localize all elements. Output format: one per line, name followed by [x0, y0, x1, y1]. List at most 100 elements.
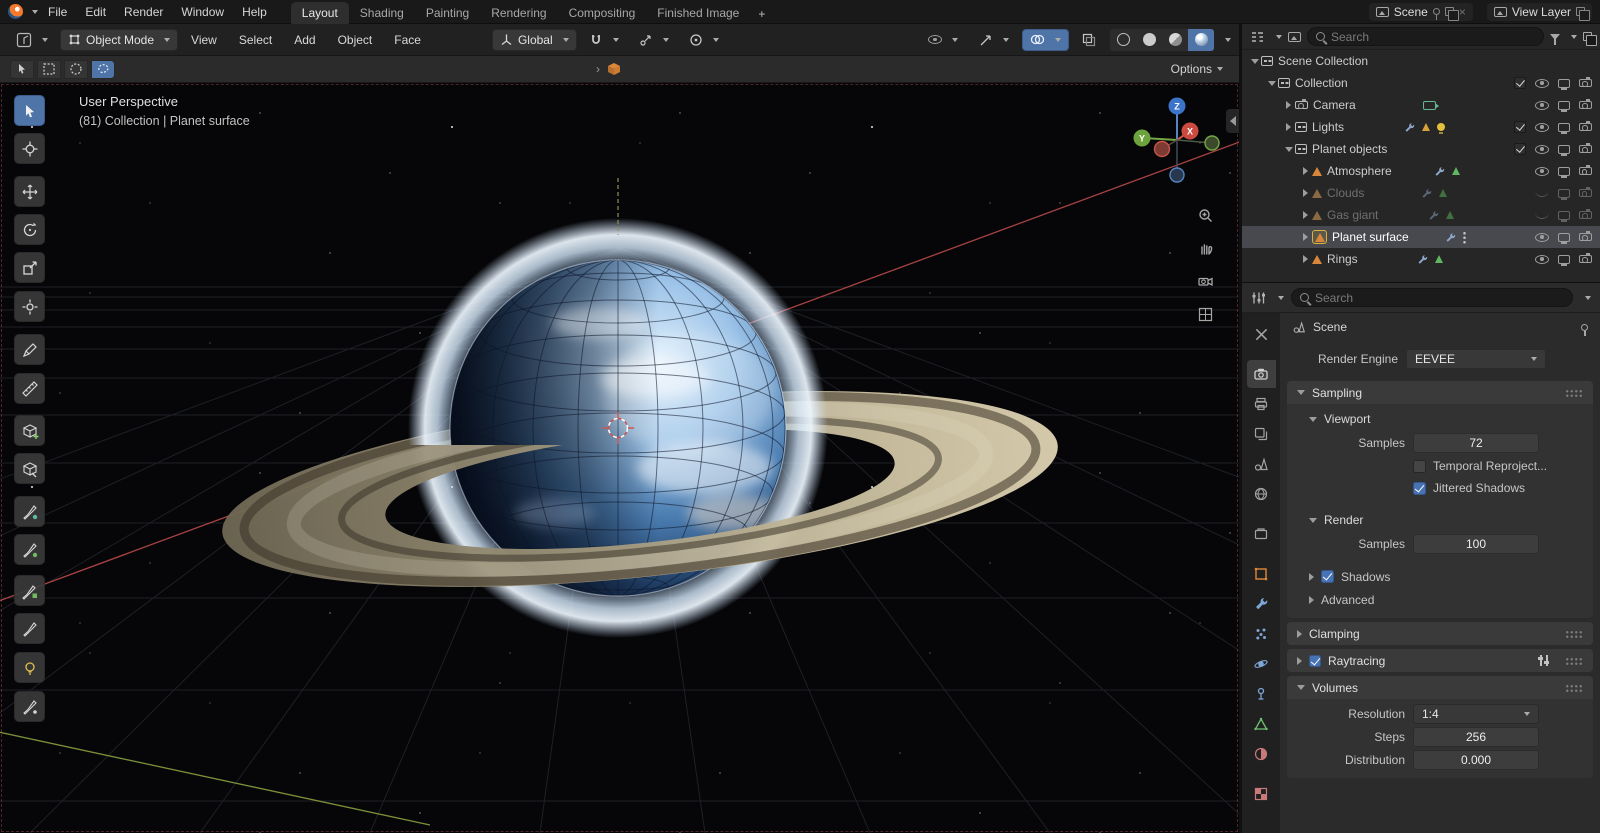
tab-collection[interactable]	[1247, 520, 1276, 548]
mode-dropdown[interactable]: Object Mode	[60, 28, 179, 51]
hide-eye-icon[interactable]	[1535, 78, 1549, 88]
tab-render[interactable]	[1246, 360, 1276, 388]
viewport-subpanel-header[interactable]: Viewport	[1287, 407, 1593, 431]
pin-id-icon[interactable]	[1581, 323, 1588, 336]
expand-chevron-icon[interactable]	[1284, 146, 1293, 152]
tab-output[interactable]	[1247, 390, 1276, 418]
ortho-toggle-button[interactable]	[1193, 302, 1217, 326]
paint-tool-3-button[interactable]	[14, 575, 45, 606]
scale-tool-button[interactable]	[14, 252, 45, 283]
navigation-gizmo[interactable]: Z Y X	[1131, 91, 1223, 183]
tab-view-layer[interactable]	[1247, 420, 1276, 448]
viewport-disable-icon[interactable]	[1558, 210, 1570, 222]
render-disable-icon[interactable]	[1579, 231, 1592, 241]
workspace-tab-layout[interactable]: Layout	[290, 1, 349, 24]
hide-eye-icon[interactable]	[1535, 122, 1549, 132]
expand-chevron-icon[interactable]	[1303, 189, 1308, 197]
overlays-dropdown[interactable]	[1022, 28, 1069, 51]
jittered-shadows-checkbox[interactable]	[1413, 481, 1426, 495]
workspace-tab-finished-image[interactable]: Finished Image	[646, 2, 750, 24]
outliner-row-gas-giant[interactable]: Gas giant	[1242, 204, 1600, 226]
hide-eye-icon[interactable]	[1535, 144, 1549, 154]
panel-grip-icon[interactable]	[1565, 683, 1583, 692]
outliner-editor-icon[interactable]	[1250, 30, 1265, 44]
move-tool-button[interactable]	[14, 176, 45, 207]
filter-dropdown-icon[interactable]	[1571, 34, 1577, 39]
viewport-disable-icon[interactable]	[1557, 166, 1570, 178]
outliner-row-scene-collection[interactable]: Scene Collection	[1242, 50, 1600, 72]
menu-window[interactable]: Window	[173, 2, 232, 22]
outliner-search[interactable]	[1307, 27, 1544, 46]
light-paint-tool-button[interactable]	[14, 652, 45, 683]
render-samples-field[interactable]: 100	[1413, 534, 1539, 554]
menu-add[interactable]: Add	[285, 30, 324, 50]
viewport-disable-icon[interactable]	[1558, 100, 1570, 112]
paint-tool-1-button[interactable]	[14, 496, 45, 527]
distribution-field[interactable]: 0.000	[1413, 749, 1539, 770]
exclude-checkbox[interactable]	[1514, 143, 1526, 155]
outliner-row-camera[interactable]: Camera	[1242, 94, 1600, 116]
exclude-checkbox[interactable]	[1514, 77, 1526, 89]
steps-field[interactable]: 256	[1413, 726, 1539, 747]
properties-search-input[interactable]	[1315, 290, 1564, 305]
expand-chevron-icon[interactable]	[1303, 167, 1308, 175]
viewport-disable-icon[interactable]	[1558, 144, 1570, 156]
panel-grip-icon[interactable]	[1565, 629, 1583, 638]
new-collection-icon[interactable]	[1583, 32, 1597, 46]
viewport-disable-icon[interactable]	[1558, 254, 1570, 266]
expand-chevron-icon[interactable]	[1250, 58, 1259, 64]
transform-orientation-dropdown[interactable]: Global	[491, 28, 577, 51]
pan-button[interactable]	[1193, 236, 1217, 260]
properties-search[interactable]	[1291, 288, 1573, 307]
zoom-button[interactable]	[1193, 203, 1217, 227]
tab-material[interactable]	[1247, 740, 1276, 768]
display-mode-icon[interactable]	[1288, 31, 1301, 42]
select-box-tool-button[interactable]	[14, 95, 45, 126]
hide-eye-icon[interactable]	[1535, 254, 1549, 264]
workspace-tab-compositing[interactable]: Compositing	[558, 2, 647, 24]
camera-view-button[interactable]	[1193, 269, 1217, 293]
volumes-panel-header[interactable]: Volumes	[1287, 676, 1593, 699]
render-disable-icon[interactable]	[1578, 187, 1592, 197]
raytracing-checkbox[interactable]	[1309, 654, 1321, 667]
tab-scene[interactable]	[1247, 450, 1276, 478]
menu-view[interactable]: View	[182, 30, 226, 50]
snap-settings-dropdown[interactable]	[631, 29, 677, 51]
editor-type-button[interactable]	[8, 29, 56, 51]
material-preview-button[interactable]	[1162, 29, 1188, 51]
tab-world[interactable]	[1247, 480, 1276, 508]
raytracing-presets-icon[interactable]	[1537, 655, 1550, 666]
add-workspace-button[interactable]: +	[750, 4, 773, 24]
expand-chevron-icon[interactable]	[1286, 123, 1291, 131]
proportional-editing-button[interactable]	[681, 29, 727, 51]
render-disable-icon[interactable]	[1579, 99, 1592, 109]
workspace-tab-rendering[interactable]: Rendering	[480, 2, 557, 24]
resolution-dropdown[interactable]: 1:4	[1413, 703, 1539, 724]
axis-x-negative[interactable]	[1153, 140, 1171, 158]
clamping-panel-header[interactable]: Clamping	[1287, 622, 1593, 645]
outliner-search-input[interactable]	[1331, 29, 1535, 44]
new-scene-icon[interactable]	[1444, 7, 1459, 21]
paint-tool-6-button[interactable]	[14, 691, 45, 722]
viewport-disable-icon[interactable]	[1558, 78, 1570, 90]
select-lasso-mode-button[interactable]	[91, 59, 115, 79]
tab-object-data[interactable]	[1247, 710, 1276, 738]
active-tool-breadcrumb[interactable]: ›	[596, 61, 622, 77]
render-disable-icon[interactable]	[1579, 209, 1592, 219]
viewport-samples-field[interactable]: 72	[1413, 433, 1539, 453]
filter-funnel-icon[interactable]	[1550, 33, 1560, 45]
expand-chevron-icon[interactable]	[1303, 211, 1308, 219]
tab-object[interactable]	[1247, 560, 1276, 588]
hidden-eye-icon[interactable]	[1535, 212, 1549, 219]
outliner-row-planet-objects[interactable]: Planet objects	[1242, 138, 1600, 160]
hide-eye-icon[interactable]	[1535, 100, 1549, 110]
editor-type-dropdown-icon[interactable]	[1278, 295, 1284, 300]
viewport-disable-icon[interactable]	[1557, 188, 1570, 200]
tab-constraints[interactable]	[1247, 680, 1276, 708]
hide-eye-icon[interactable]	[1534, 166, 1549, 176]
shading-settings-dropdown[interactable]	[1225, 37, 1231, 42]
menu-object[interactable]: Object	[329, 30, 382, 50]
editor-type-dropdown-icon[interactable]	[1276, 34, 1282, 39]
render-disable-icon[interactable]	[1578, 165, 1592, 175]
advanced-row[interactable]: Advanced	[1287, 588, 1593, 611]
